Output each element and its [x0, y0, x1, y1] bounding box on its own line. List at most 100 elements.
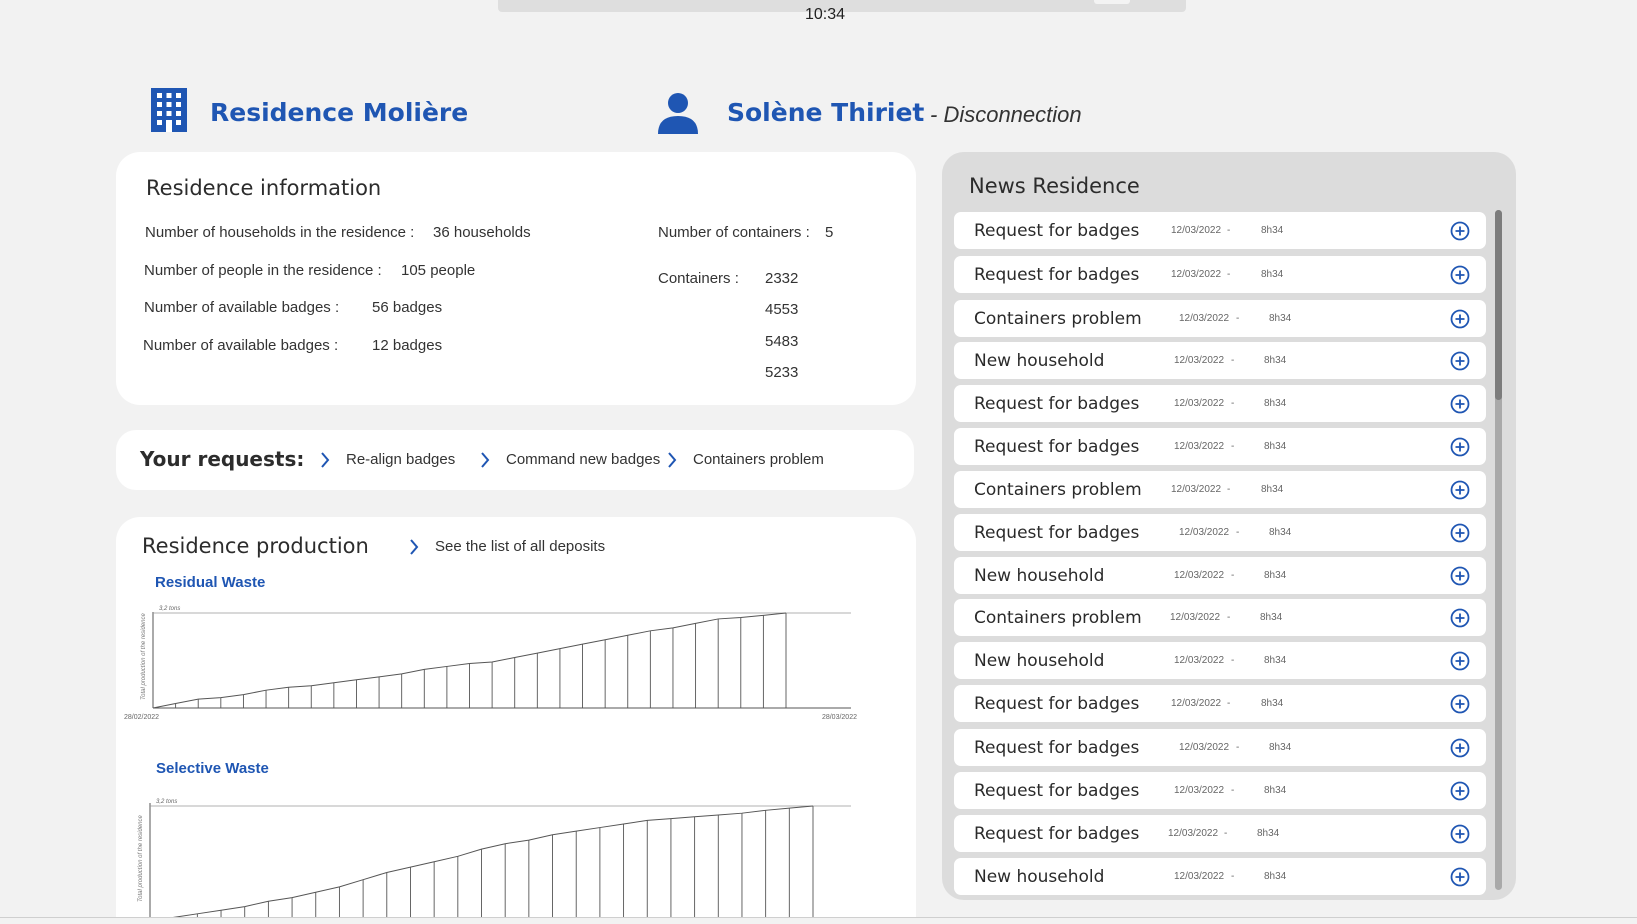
news-item[interactable]: Containers problem 12/03/2022- 8h34 [954, 471, 1486, 508]
containers-problem-label: Containers problem [693, 451, 824, 468]
plus-circle-icon[interactable] [1450, 309, 1470, 329]
news-item-label: Containers problem [974, 480, 1142, 500]
news-item-label: Containers problem [974, 608, 1142, 628]
residence-name: Residence Molière [210, 98, 469, 127]
available-badges-value: 56 badges [372, 299, 443, 316]
chevron-right-icon [668, 451, 677, 468]
plus-circle-icon[interactable] [1450, 221, 1470, 241]
news-item-separator: - [1224, 828, 1228, 839]
news-item-date: 12/03/2022 [1179, 742, 1230, 753]
containers-problem-link[interactable]: Containers problem [667, 451, 824, 468]
deposits-link[interactable]: See the list of all deposits [409, 538, 605, 555]
plus-circle-icon[interactable] [1450, 608, 1470, 628]
requests-card: Your requests: Re-align badges Command n… [116, 430, 914, 490]
news-item[interactable]: New household 12/03/2022- 8h34 [954, 642, 1486, 679]
plus-circle-icon[interactable] [1450, 566, 1470, 586]
user-name: Solène Thiriet [727, 98, 925, 127]
news-scrollbar[interactable] [1495, 210, 1502, 890]
disconnect-link[interactable]: - Disconnection [930, 102, 1082, 128]
news-item-label: Request for badges [974, 265, 1140, 285]
news-item[interactable]: Request for badges 12/03/2022- 8h34 [954, 256, 1486, 293]
news-item-separator: - [1231, 570, 1235, 581]
news-scrollbar-thumb[interactable] [1495, 210, 1502, 400]
realign-badges-label: Re-align badges [346, 451, 456, 468]
plus-circle-icon[interactable] [1450, 781, 1470, 801]
news-item-date: 12/03/2022 [1179, 313, 1230, 324]
y-axis-label: Total production of the residence [138, 815, 144, 902]
news-item-date: 12/03/2022 [1174, 871, 1225, 882]
news-item[interactable]: Request for badges 12/03/2022- 8h34 [954, 815, 1486, 852]
plus-circle-icon[interactable] [1450, 351, 1470, 371]
news-item-label: New household [974, 351, 1105, 371]
news-item-date: 12/03/2022 [1174, 570, 1225, 581]
news-item[interactable]: Request for badges 12/03/2022- 8h34 [954, 685, 1486, 722]
news-panel: News Residence Request for badges 12/03/2… [942, 152, 1516, 900]
news-item-time: 8h34 [1261, 698, 1284, 709]
news-item[interactable]: Request for badges 12/03/2022- 8h34 [954, 729, 1486, 766]
news-item-time: 8h34 [1261, 225, 1284, 236]
status-bar-pill [1094, 0, 1130, 4]
news-item[interactable]: Request for badges 12/03/2022- 8h34 [954, 428, 1486, 465]
news-item-time: 8h34 [1264, 398, 1287, 409]
news-item-separator: - [1236, 742, 1240, 753]
news-item-separator: - [1231, 655, 1235, 666]
plus-circle-icon[interactable] [1450, 738, 1470, 758]
container-id: 2332 [765, 270, 799, 287]
plus-circle-icon[interactable] [1450, 824, 1470, 844]
plus-circle-icon[interactable] [1450, 265, 1470, 285]
people-value: 105 people [401, 262, 476, 279]
households-value: 36 households [433, 224, 531, 241]
news-item-separator: - [1231, 871, 1235, 882]
news-item-label: Request for badges [974, 824, 1140, 844]
news-item[interactable]: New household 12/03/2022- 8h34 [954, 557, 1486, 594]
plus-circle-icon[interactable] [1450, 394, 1470, 414]
news-item-time: 8h34 [1260, 612, 1283, 623]
news-item[interactable]: Request for badges 12/03/2022- 8h34 [954, 514, 1486, 551]
news-item-separator: - [1231, 355, 1235, 366]
news-item-separator: - [1236, 313, 1240, 324]
available-badges-value-2: 12 badges [372, 337, 443, 354]
reference-line-label: 3,2 tons [159, 606, 180, 612]
realign-badges-link[interactable]: Re-align badges [320, 451, 455, 468]
chevron-right-icon [321, 451, 330, 468]
news-item-date: 12/03/2022 [1171, 225, 1222, 236]
command-badges-link[interactable]: Command new badges [480, 451, 660, 468]
container-id: 4553 [765, 301, 799, 318]
news-item-date: 12/03/2022 [1174, 398, 1225, 409]
plus-circle-icon[interactable] [1450, 867, 1470, 887]
news-item[interactable]: Request for badges 12/03/2022- 8h34 [954, 212, 1486, 249]
news-item-date: 12/03/2022 [1171, 269, 1222, 280]
status-clock: 10:34 [804, 6, 846, 23]
news-item-separator: - [1236, 527, 1240, 538]
requests-title: Your requests: [140, 447, 305, 471]
residual-waste-chart: 3,2 tons Total production of the residenc… [124, 606, 857, 720]
news-item[interactable]: Request for badges 12/03/2022- 8h34 [954, 772, 1486, 809]
plus-circle-icon[interactable] [1450, 437, 1470, 457]
plus-circle-icon[interactable] [1450, 480, 1470, 500]
news-item[interactable]: Request for badges 12/03/2022- 8h34 [954, 385, 1486, 422]
containers-label: Containers : [658, 270, 739, 287]
news-item-time: 8h34 [1264, 570, 1287, 581]
plus-circle-icon[interactable] [1450, 651, 1470, 671]
production-card: Residence production See the list of all… [116, 517, 916, 917]
chevron-right-icon [410, 538, 419, 555]
container-id: 5483 [765, 333, 799, 350]
news-title: News Residence [969, 174, 1140, 198]
news-item[interactable]: Containers problem 12/03/2022- 8h34 [954, 300, 1486, 337]
app-screen: 10:34 Residence Molière Solène Thiriet -… [0, 0, 1637, 924]
plus-circle-icon[interactable] [1450, 694, 1470, 714]
news-item-time: 8h34 [1269, 313, 1292, 324]
selective-waste-chart: 3,2 tons Total production of the residenc… [138, 799, 851, 917]
building-icon [151, 88, 187, 132]
news-item-label: Containers problem [974, 309, 1142, 329]
news-item-date: 12/03/2022 [1179, 527, 1230, 538]
news-item-time: 8h34 [1269, 527, 1292, 538]
news-item[interactable]: New household 12/03/2022- 8h34 [954, 858, 1486, 895]
news-item[interactable]: New household 12/03/2022- 8h34 [954, 342, 1486, 379]
selective-waste-title: Selective Waste [156, 760, 269, 777]
news-item[interactable]: Containers problem 12/03/2022- 8h34 [954, 599, 1486, 636]
news-item-label: New household [974, 867, 1105, 887]
bottom-divider [0, 917, 1637, 918]
residence-info-card: Residence information Number of househol… [116, 152, 916, 405]
plus-circle-icon[interactable] [1450, 523, 1470, 543]
